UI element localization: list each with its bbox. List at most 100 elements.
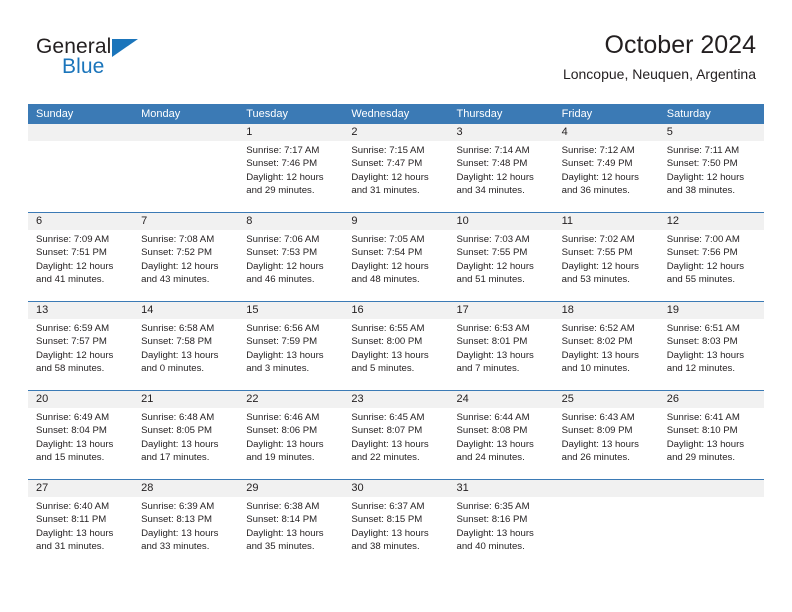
day-detail-cell[interactable]: Sunrise: 7:08 AM Sunset: 7:52 PM Daylight:… [133, 230, 238, 301]
day-number[interactable]: 1 [238, 124, 343, 141]
day-detail-cell[interactable]: Sunrise: 6:38 AM Sunset: 8:14 PM Daylight:… [238, 497, 343, 568]
day-number[interactable]: 11 [554, 213, 659, 230]
day-detail-line: and 51 minutes. [456, 274, 525, 286]
day-detail-cell[interactable]: Sunrise: 6:58 AM Sunset: 7:58 PM Daylight:… [133, 319, 238, 390]
day-detail-cell[interactable]: Sunrise: 7:05 AM Sunset: 7:54 PM Daylight:… [343, 230, 448, 301]
day-number[interactable]: 27 [28, 480, 133, 497]
day-detail-cell[interactable]: Sunrise: 6:44 AM Sunset: 8:08 PM Daylight:… [449, 408, 554, 479]
day-detail-cell[interactable]: Sunrise: 7:03 AM Sunset: 7:55 PM Daylight:… [449, 230, 554, 301]
day-number[interactable]: 5 [659, 124, 764, 141]
day-header-thursday: Thursday [456, 108, 503, 120]
day-detail-cell[interactable]: Sunrise: 6:56 AM Sunset: 7:59 PM Daylight:… [238, 319, 343, 390]
day-detail-line: and 46 minutes. [246, 274, 315, 286]
day-detail-cell[interactable]: Sunrise: 7:17 AM Sunset: 7:46 PM Daylight:… [238, 141, 343, 212]
day-detail-cell[interactable]: Sunrise: 6:59 AM Sunset: 7:57 PM Daylight:… [28, 319, 133, 390]
day-number[interactable]: 10 [449, 213, 554, 230]
day-detail-line: Daylight: 13 hours [246, 527, 324, 539]
day-number[interactable]: 16 [343, 302, 448, 319]
day-detail-line: Sunset: 7:54 PM [351, 247, 423, 259]
day-detail-line: Sunset: 7:59 PM [246, 336, 318, 348]
day-detail-cell[interactable]: Sunrise: 6:39 AM Sunset: 8:13 PM Daylight:… [133, 497, 238, 568]
day-detail-line: Sunset: 7:57 PM [36, 336, 107, 348]
day-detail-cell[interactable]: Sunrise: 6:35 AM Sunset: 8:16 PM Daylight:… [449, 497, 554, 568]
day-detail-cell[interactable]: Sunrise: 7:15 AM Sunset: 7:47 PM Daylight:… [343, 141, 448, 212]
day-number[interactable]: 12 [659, 213, 764, 230]
day-number[interactable]: 19 [659, 302, 764, 319]
day-detail-line: Sunset: 7:53 PM [246, 247, 318, 259]
day-detail-line: Sunset: 8:01 PM [456, 336, 528, 348]
day-number[interactable]: 21 [133, 391, 238, 408]
day-detail-cell[interactable]: Sunrise: 6:49 AM Sunset: 8:04 PM Daylight:… [28, 408, 133, 479]
day-detail-cell[interactable]: Sunrise: 7:09 AM Sunset: 7:51 PM Daylight:… [28, 230, 133, 301]
day-number[interactable]: 7 [133, 213, 238, 230]
day-detail-line: Daylight: 12 hours [246, 171, 324, 183]
day-number[interactable]: 15 [238, 302, 343, 319]
day-detail-line: Sunrise: 7:15 AM [351, 145, 425, 156]
day-number[interactable]: 2 [343, 124, 448, 141]
day-number[interactable]: 14 [133, 302, 238, 319]
week-detail-band: Sunrise: 7:17 AM Sunset: 7:46 PM Daylight:… [28, 141, 764, 212]
day-detail-line: and 35 minutes. [246, 541, 315, 553]
day-number[interactable]: 17 [449, 302, 554, 319]
day-detail-line: Daylight: 12 hours [36, 260, 114, 272]
day-number[interactable]: 26 [659, 391, 764, 408]
day-number[interactable]: 28 [133, 480, 238, 497]
day-number[interactable]: 4 [554, 124, 659, 141]
week-date-number-band: 13 14 15 16 17 18 19 [28, 302, 764, 319]
day-detail-line: Sunset: 8:09 PM [561, 425, 633, 437]
day-detail-cell[interactable]: Sunrise: 6:43 AM Sunset: 8:09 PM Daylight:… [554, 408, 659, 479]
day-detail-line: Sunrise: 7:14 AM [456, 145, 530, 156]
day-detail-line: Daylight: 13 hours [666, 349, 745, 361]
day-number[interactable]: 23 [343, 391, 448, 408]
day-detail-cell[interactable]: Sunrise: 6:48 AM Sunset: 8:05 PM Daylight:… [133, 408, 238, 479]
day-detail-line: Sunrise: 6:45 AM [351, 412, 425, 423]
day-detail-line: Sunset: 7:58 PM [141, 336, 213, 348]
day-number[interactable]: 31 [449, 480, 554, 497]
day-number[interactable]: 22 [238, 391, 343, 408]
day-detail-cell[interactable]: Sunrise: 7:06 AM Sunset: 7:53 PM Daylight:… [238, 230, 343, 301]
day-number[interactable]: 9 [343, 213, 448, 230]
day-detail-line: and 36 minutes. [561, 185, 630, 197]
day-detail-cell[interactable]: Sunrise: 7:11 AM Sunset: 7:50 PM Daylight:… [659, 141, 764, 212]
day-detail-line: Sunset: 8:15 PM [351, 514, 423, 526]
day-detail-line: Sunset: 7:52 PM [141, 247, 213, 259]
day-detail-cell[interactable]: Sunrise: 7:02 AM Sunset: 7:55 PM Daylight:… [554, 230, 659, 301]
day-detail-line: and 31 minutes. [351, 185, 420, 197]
day-detail-cell[interactable]: Sunrise: 6:51 AM Sunset: 8:03 PM Daylight:… [659, 319, 764, 390]
day-number[interactable]: 25 [554, 391, 659, 408]
day-detail-cell[interactable]: Sunrise: 6:46 AM Sunset: 8:06 PM Daylight:… [238, 408, 343, 479]
day-number[interactable]: 20 [28, 391, 133, 408]
day-detail-line: Sunset: 7:51 PM [36, 247, 107, 259]
week-detail-band: Sunrise: 6:49 AM Sunset: 8:04 PM Daylight:… [28, 408, 764, 479]
day-detail-line: and 43 minutes. [141, 274, 210, 286]
day-detail-cell[interactable]: Sunrise: 6:45 AM Sunset: 8:07 PM Daylight:… [343, 408, 448, 479]
day-number[interactable]: 29 [238, 480, 343, 497]
day-header-sunday: Sunday [36, 108, 74, 120]
day-detail-cell[interactable]: Sunrise: 7:00 AM Sunset: 7:56 PM Daylight:… [659, 230, 764, 301]
calendar-grid: Sunday Monday Tuesday Wednesday Thursday Frid… [28, 104, 764, 568]
day-number[interactable]: 18 [554, 302, 659, 319]
day-detail-line: and 33 minutes. [141, 541, 210, 553]
day-number[interactable]: 6 [28, 213, 133, 230]
day-detail-cell[interactable]: Sunrise: 6:53 AM Sunset: 8:01 PM Daylight:… [449, 319, 554, 390]
day-detail-cell[interactable]: Sunrise: 6:52 AM Sunset: 8:02 PM Daylight:… [554, 319, 659, 390]
day-detail-line: Sunrise: 7:11 AM [666, 145, 740, 156]
day-detail-line: Daylight: 12 hours [456, 260, 534, 272]
day-number[interactable]: 24 [449, 391, 554, 408]
day-number[interactable]: 13 [28, 302, 133, 319]
day-detail-line: and 0 minutes. [141, 363, 205, 375]
day-detail-cell[interactable]: Sunrise: 7:14 AM Sunset: 7:48 PM Daylight:… [449, 141, 554, 212]
day-detail-cell[interactable]: Sunrise: 6:41 AM Sunset: 8:10 PM Daylight:… [659, 408, 764, 479]
day-number-empty [554, 480, 659, 497]
day-number[interactable]: 8 [238, 213, 343, 230]
day-detail-line: Sunrise: 7:09 AM [36, 234, 110, 245]
day-number[interactable]: 30 [343, 480, 448, 497]
day-detail-cell[interactable]: Sunrise: 6:40 AM Sunset: 8:11 PM Daylight:… [28, 497, 133, 568]
day-detail-cell[interactable]: Sunrise: 6:37 AM Sunset: 8:15 PM Daylight:… [343, 497, 448, 568]
day-number[interactable]: 3 [449, 124, 554, 141]
day-detail-cell[interactable]: Sunrise: 7:12 AM Sunset: 7:49 PM Daylight:… [554, 141, 659, 212]
day-detail-cell[interactable]: Sunrise: 6:55 AM Sunset: 8:00 PM Daylight:… [343, 319, 448, 390]
day-detail-line: Daylight: 13 hours [456, 349, 534, 361]
day-detail-line: and 40 minutes. [456, 541, 525, 553]
day-header-tuesday: Tuesday [246, 108, 289, 120]
